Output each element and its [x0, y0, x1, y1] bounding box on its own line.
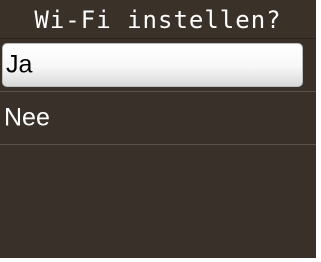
option-label-ja: Ja [6, 50, 33, 79]
title-bar: Wi-Fi instellen? [0, 0, 316, 39]
option-label-nee: Nee [4, 103, 50, 132]
lcd-screen: Wi-Fi instellen? Ja Nee [0, 0, 316, 258]
options-list: Ja Nee [0, 39, 316, 145]
selected-option-highlight [2, 43, 303, 87]
option-nee[interactable]: Nee [0, 92, 316, 145]
empty-list-area [0, 147, 316, 258]
option-ja[interactable]: Ja [0, 39, 316, 92]
dialog-title: Wi-Fi instellen? [34, 5, 282, 34]
